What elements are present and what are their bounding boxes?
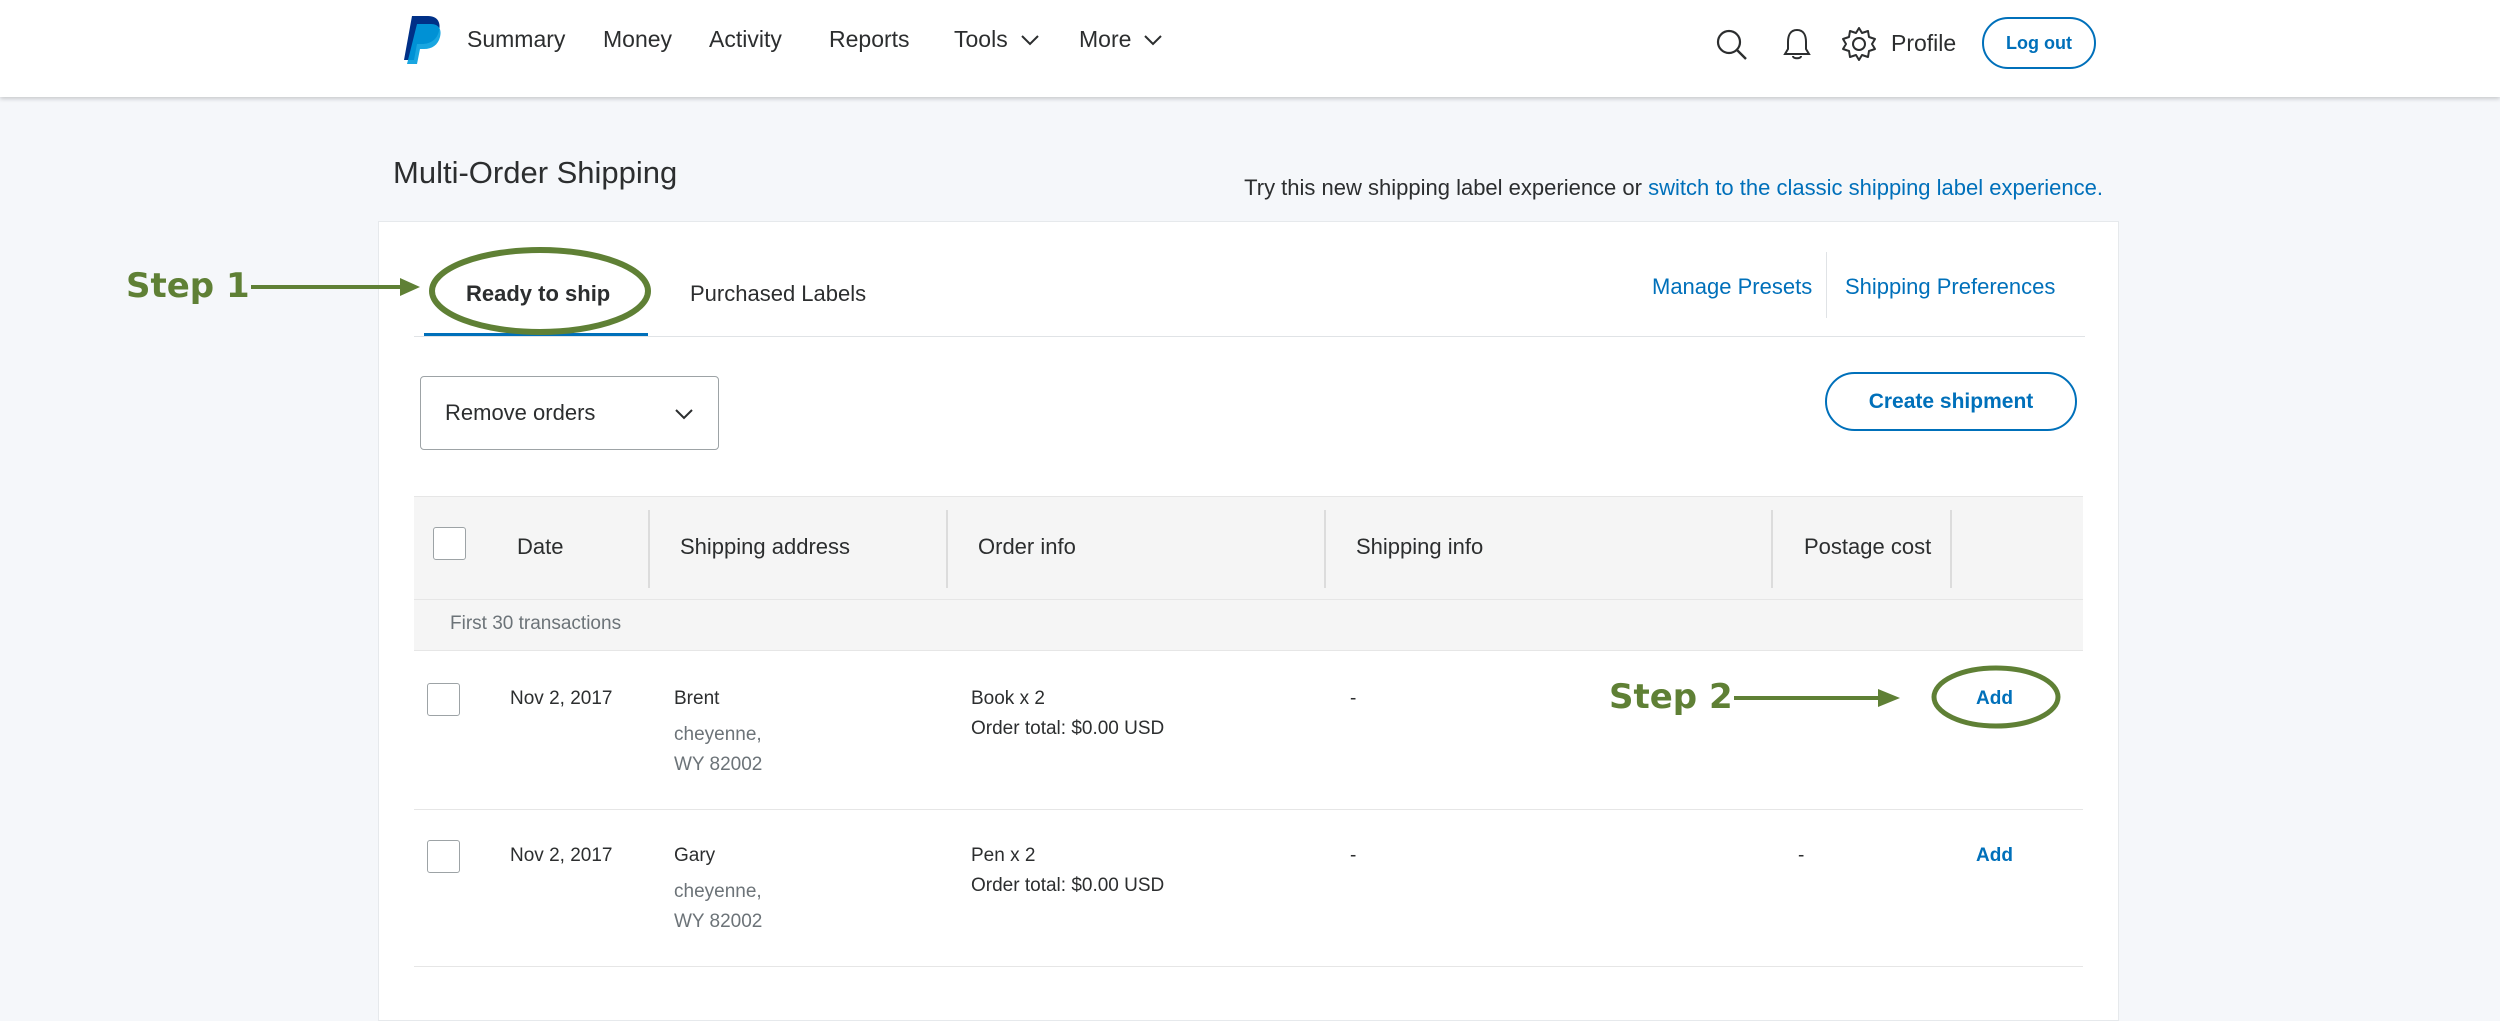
chevron-down-icon [675,409,693,420]
row-divider [414,966,2083,967]
add-shipping-link[interactable]: Add [1976,688,2013,710]
create-shipment-button[interactable]: Create shipment [1825,372,2077,431]
chevron-down-icon [1020,34,1039,45]
top-nav-bar: Summary Money Activity Reports Tools Mor… [0,0,2500,97]
nav-more-label: More [1079,26,1132,52]
column-header-postage-cost[interactable]: Postage cost [1804,534,1931,560]
nav-tools-label: Tools [954,26,1008,52]
tabs-divider [414,336,2085,337]
row-divider [414,809,2083,810]
row-checkbox[interactable] [427,683,460,716]
try-text: Try this new shipping label experience o… [1244,175,1649,200]
row-date: Nov 2, 2017 [510,688,613,709]
order-action-select[interactable]: Remove orders [420,376,719,450]
postage-cost-value: - [1798,845,1805,866]
step-2-label: Step 2 [1609,677,1733,717]
shipping-info-value: - [1350,688,1357,709]
search-icon[interactable] [1712,24,1752,64]
select-all-checkbox[interactable] [433,527,466,560]
shipping-preferences-link[interactable]: Shipping Preferences [1845,274,2055,300]
tab-ready-to-ship[interactable]: Ready to ship [466,281,610,307]
group-label: First 30 transactions [450,613,622,634]
tab-purchased-labels[interactable]: Purchased Labels [690,281,866,307]
links-divider [1826,252,1827,318]
recipient-name: Brent [674,688,720,709]
profile-link[interactable]: Profile [1891,30,1956,57]
paypal-logo[interactable] [398,14,442,64]
order-item: Pen x 2 [971,845,1036,866]
column-header-order-info[interactable]: Order info [978,534,1076,560]
nav-more[interactable]: More [1079,26,1163,53]
page-title: Multi-Order Shipping [393,154,678,190]
classic-experience-notice: Try this new shipping label experience o… [1244,175,2103,201]
step-1-label: Step 1 [126,266,250,306]
nav-tools[interactable]: Tools [954,26,1040,53]
nav-summary-label: Summary [467,26,566,52]
nav-reports-label: Reports [829,26,910,52]
order-item: Book x 2 [971,688,1045,709]
column-header-date[interactable]: Date [517,534,563,560]
shipping-info-value: - [1350,845,1357,866]
recipient-city: cheyenne, [674,724,762,745]
order-total: Order total: $0.00 USD [971,875,1165,896]
gear-icon[interactable] [1839,24,1879,64]
column-header-shipping-address[interactable]: Shipping address [680,534,850,560]
row-date: Nov 2, 2017 [510,845,613,866]
logout-button[interactable]: Log out [1982,17,2096,69]
chevron-down-icon [1144,34,1163,45]
nav-money[interactable]: Money [603,26,672,53]
recipient-city: cheyenne, [674,881,762,902]
column-header-shipping-info[interactable]: Shipping info [1356,534,1483,560]
nav-activity-label: Activity [709,26,782,52]
nav-money-label: Money [603,26,673,52]
column-divider [1950,510,1952,588]
bell-icon[interactable] [1777,24,1817,64]
add-shipping-link[interactable]: Add [1976,845,2013,867]
order-action-value: Remove orders [445,400,596,425]
order-total: Order total: $0.00 USD [971,718,1165,739]
column-divider [1771,510,1773,588]
recipient-state: WY 82002 [674,754,763,775]
row-checkbox[interactable] [427,840,460,873]
column-divider [946,510,948,588]
nav-summary[interactable]: Summary [467,26,565,53]
nav-reports[interactable]: Reports [829,26,910,53]
classic-experience-link[interactable]: switch to the classic shipping label exp… [1648,175,2103,200]
group-header [414,600,2083,651]
nav-activity[interactable]: Activity [709,26,782,53]
recipient-name: Gary [674,845,716,866]
column-divider [1324,510,1326,588]
column-divider [648,510,650,588]
manage-presets-link[interactable]: Manage Presets [1652,274,1812,300]
recipient-state: WY 82002 [674,911,763,932]
